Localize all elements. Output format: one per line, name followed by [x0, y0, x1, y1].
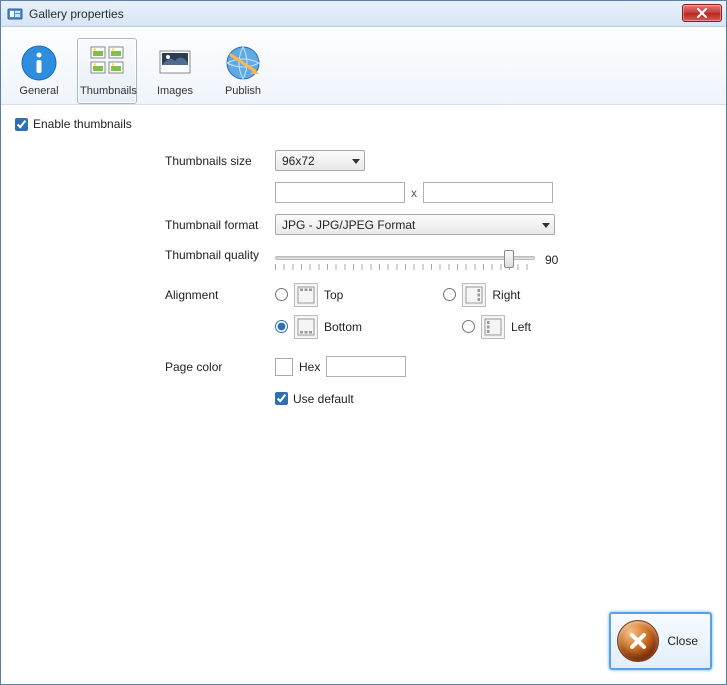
use-default-checkbox[interactable]: Use default [275, 392, 354, 406]
enable-thumbnails-input[interactable] [15, 118, 28, 131]
app-icon [7, 6, 23, 22]
titlebar: Gallery properties [1, 1, 726, 27]
slider-track [275, 256, 535, 260]
enable-thumbnails-label: Enable thumbnails [33, 117, 132, 131]
chevron-down-icon [542, 218, 550, 232]
align-bottom-icon [294, 315, 318, 339]
footer: Close [609, 612, 712, 670]
thumbnails-size-label: Thumbnails size [165, 154, 275, 168]
close-icon [617, 620, 659, 662]
align-right-icon [462, 283, 486, 307]
use-default-input[interactable] [275, 392, 288, 405]
alignment-label: Alignment [165, 288, 275, 302]
thumbnail-quality-label: Thumbnail quality [165, 244, 275, 262]
align-top-icon [294, 283, 318, 307]
align-top-label: Top [324, 288, 343, 302]
close-button-label: Close [667, 634, 698, 648]
tab-thumbnails[interactable]: Thumbnails [77, 38, 137, 104]
publish-icon [223, 43, 263, 83]
images-icon [155, 43, 195, 83]
info-icon [19, 43, 59, 83]
custom-height-input[interactable] [423, 182, 553, 203]
window-close-button[interactable] [682, 4, 722, 22]
alignment-right-radio[interactable]: Right [443, 283, 520, 307]
alignment-bottom-radio[interactable]: Bottom [275, 315, 362, 339]
tab-label: Publish [216, 85, 270, 97]
gallery-properties-window: Gallery properties General [0, 0, 727, 685]
align-left-label: Left [511, 320, 531, 334]
slider-ticks [275, 264, 535, 270]
hex-input[interactable] [326, 356, 406, 377]
tab-general[interactable]: General [9, 38, 69, 104]
custom-width-input[interactable] [275, 182, 405, 203]
thumbnails-size-dropdown[interactable]: 96x72 [275, 150, 365, 171]
alignment-left-radio[interactable]: Left [462, 315, 531, 339]
content-panel: Enable thumbnails Thumbnails size 96x72 … [1, 105, 726, 684]
slider-thumb[interactable] [504, 250, 514, 268]
thumbnail-format-value: JPG - JPG/JPEG Format [282, 218, 415, 232]
color-swatch[interactable] [275, 358, 293, 376]
chevron-down-icon [352, 154, 360, 168]
hex-label: Hex [299, 360, 320, 374]
tab-label: General [12, 85, 66, 97]
use-default-label: Use default [293, 392, 354, 406]
enable-thumbnails-checkbox[interactable]: Enable thumbnails [15, 117, 132, 131]
quality-slider[interactable] [275, 248, 535, 272]
align-bottom-label: Bottom [324, 320, 362, 334]
tab-images[interactable]: Images [145, 38, 205, 104]
window-title: Gallery properties [29, 7, 124, 21]
tab-publish[interactable]: Publish [213, 38, 273, 104]
thumbnails-size-value: 96x72 [282, 154, 315, 168]
alignment-top-radio[interactable]: Top [275, 283, 343, 307]
quality-value: 90 [545, 253, 558, 267]
align-left-icon [481, 315, 505, 339]
thumbnails-form: Thumbnails size 96x72 x Thumbnail format… [165, 148, 712, 412]
thumbnail-format-dropdown[interactable]: JPG - JPG/JPEG Format [275, 214, 555, 235]
thumbnails-icon [87, 43, 127, 83]
tab-label: Images [148, 85, 202, 97]
toolbar: General Thumbnails [1, 27, 726, 105]
align-right-label: Right [492, 288, 520, 302]
page-color-label: Page color [165, 360, 275, 374]
thumbnail-format-label: Thumbnail format [165, 218, 275, 232]
size-separator: x [411, 186, 417, 200]
tab-label: Thumbnails [80, 85, 134, 97]
close-button[interactable]: Close [609, 612, 712, 670]
